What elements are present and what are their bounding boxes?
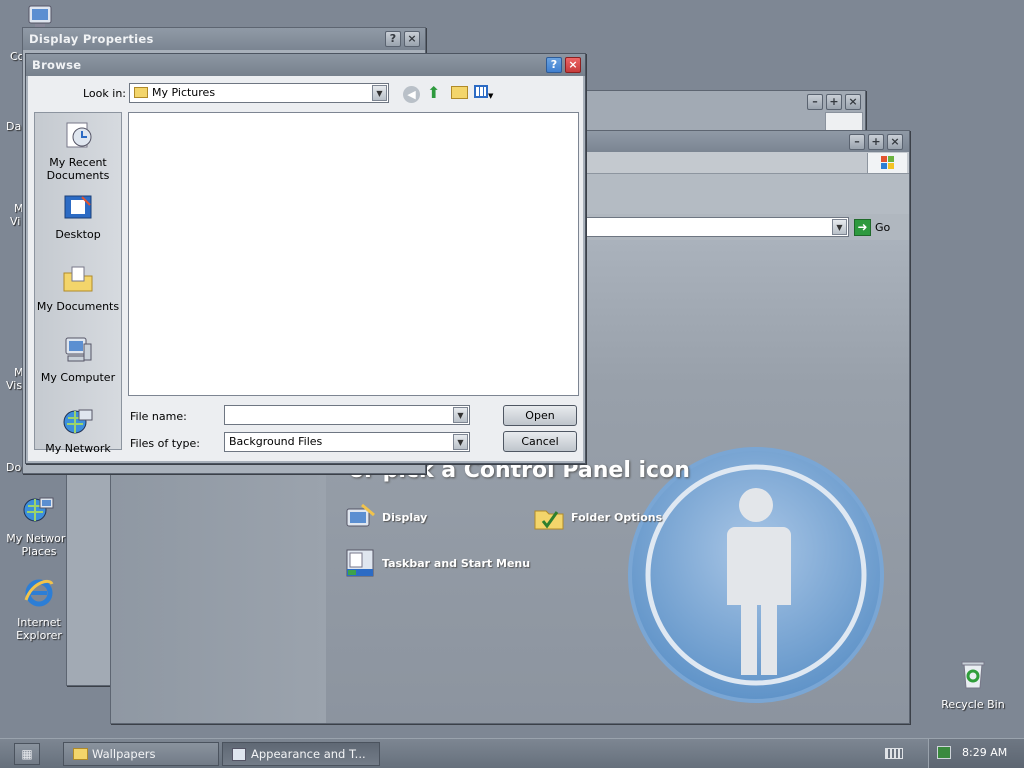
file-name-label: File name: [130, 410, 187, 423]
look-in-dropdown[interactable]: My Pictures ▼ [129, 83, 389, 103]
desktop-icon-label: My Network Places [6, 532, 72, 558]
folder-options-label: Folder Options [571, 510, 663, 524]
taskbar-start-menu-label: Taskbar and Start Menu [382, 556, 531, 570]
desktop-label-cut-7[interactable]: Do [6, 461, 21, 474]
close-button[interactable]: × [845, 94, 861, 110]
desktop-icon-label: Internet Explorer [16, 616, 62, 642]
keyboard-icon[interactable] [885, 748, 903, 759]
start-button[interactable]: ▦ [14, 743, 40, 765]
place-desktop[interactable]: Desktop [35, 191, 121, 241]
go-arrow-icon: ➜ [854, 218, 871, 236]
desktop-label-cut-6[interactable]: Vis [6, 379, 22, 392]
desktop-icon-network-places[interactable]: My Network Places [4, 492, 74, 558]
windows-flag-icon [867, 153, 907, 173]
desktop-icon-internet-explorer[interactable]: Internet Explorer [4, 576, 74, 642]
network-places-icon [23, 497, 54, 522]
clock[interactable]: 8:29 AM [962, 739, 1007, 767]
recent-documents-icon [66, 122, 92, 148]
my-documents-icon [63, 266, 93, 292]
desktop-label-cut-4[interactable]: Vi [10, 215, 20, 228]
files-of-type-label: Files of type: [130, 437, 201, 450]
desktop-icon-label: Recycle Bin [941, 698, 1005, 711]
file-list[interactable] [128, 112, 579, 396]
windows-flag-icon [825, 112, 863, 131]
display-label: Display [382, 510, 428, 524]
close-button[interactable]: × [404, 31, 420, 47]
minimize-button[interactable]: – [807, 94, 823, 110]
desktop-label-cut-2[interactable]: Da [6, 120, 21, 133]
window-titlebar[interactable]: Display Properties [23, 28, 425, 50]
address-input[interactable]: ▼ [581, 217, 849, 237]
chevron-down-icon[interactable]: ▼ [832, 219, 847, 235]
place-my-network[interactable]: My Network [35, 405, 121, 455]
maximize-button[interactable]: + [826, 94, 842, 110]
dialog-titlebar[interactable]: Browse [26, 54, 585, 76]
places-bar: My Recent Documents Desktop My Documents… [34, 112, 122, 455]
open-button[interactable]: Open [503, 405, 577, 426]
go-label: Go [875, 220, 891, 234]
network-tray-icon[interactable] [937, 746, 951, 759]
place-my-documents[interactable]: My Documents [35, 263, 121, 313]
place-my-computer[interactable]: My Computer [35, 334, 121, 384]
chevron-down-icon[interactable]: ▼ [372, 85, 387, 101]
recycle-bin-icon [961, 661, 985, 689]
folder-options-task[interactable]: Folder Options [533, 501, 662, 533]
taskbar-button-wallpapers[interactable]: Wallpapers [63, 742, 219, 766]
display-icon [346, 503, 375, 527]
my-computer-icon [65, 337, 92, 362]
go-button[interactable]: ➜ Go [854, 217, 902, 237]
browse-dialog[interactable]: Browse ? × Look in: My Pictures ▼ ◀ ⬆ ▼ … [25, 53, 586, 464]
chevron-down-icon[interactable]: ▼ [453, 434, 468, 450]
close-button[interactable]: × [565, 57, 581, 73]
place-recent-documents[interactable]: My Recent Documents [35, 119, 121, 182]
back-button[interactable]: ◀ [403, 86, 420, 103]
display-task[interactable]: Display [344, 501, 427, 533]
maximize-button[interactable]: + [868, 134, 884, 150]
chevron-down-icon[interactable]: ▼ [453, 407, 468, 423]
help-button[interactable]: ? [385, 31, 401, 47]
look-in-label: Look in: [83, 87, 126, 100]
close-button[interactable]: × [887, 134, 903, 150]
user-accounts-graphic [628, 447, 884, 703]
view-menu-icon[interactable]: ▼ [474, 85, 496, 101]
look-in-value: My Pictures [152, 86, 216, 99]
folder-options-icon [534, 510, 564, 530]
my-network-icon [63, 409, 93, 434]
control-panel-icon [232, 748, 246, 761]
taskbar: ▦ Wallpapers Appearance and T... 8:29 AM [0, 738, 1024, 768]
new-folder-icon[interactable] [451, 86, 468, 99]
file-name-input[interactable]: ▼ [224, 405, 470, 425]
help-button[interactable]: ? [546, 57, 562, 73]
taskbar-button-appearance[interactable]: Appearance and T... [222, 742, 380, 766]
system-tray: 8:29 AM [928, 739, 1024, 768]
pictures-folder-icon [134, 87, 148, 98]
desktop-icon [64, 195, 92, 219]
desktop-icon-recycle-bin[interactable]: Recycle Bin [938, 658, 1008, 711]
files-of-type-dropdown[interactable]: Background Files ▼ [224, 432, 470, 452]
internet-explorer-icon [24, 579, 54, 607]
up-folder-icon[interactable]: ⬆ [427, 84, 445, 102]
dialog-body: Look in: My Pictures ▼ ◀ ⬆ ▼ My Recent D… [28, 76, 583, 461]
taskbar-start-menu-icon [346, 549, 374, 577]
taskbar-start-menu-task[interactable]: Taskbar and Start Menu [344, 547, 530, 579]
minimize-button[interactable]: – [849, 134, 865, 150]
folder-icon [73, 748, 88, 760]
cancel-button[interactable]: Cancel [503, 431, 577, 452]
